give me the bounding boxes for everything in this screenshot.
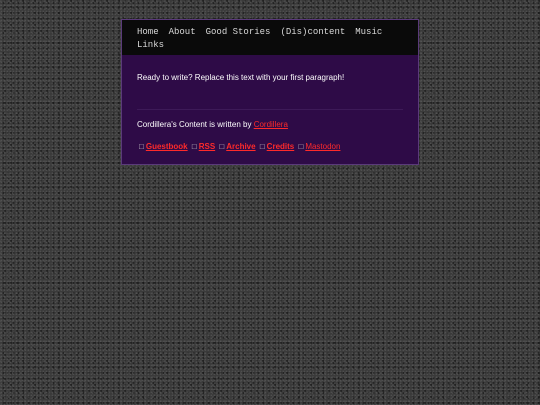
separator-icon: □ (191, 142, 197, 151)
content-area: Ready to write? Replace this text with y… (122, 72, 418, 153)
written-by-line: Cordillera's Content is written by Cordi… (137, 119, 403, 131)
credits-link[interactable]: Credits (267, 142, 295, 151)
separator-icon: □ (219, 142, 225, 151)
nav-discontent-link[interactable]: (Dis)content (280, 27, 345, 37)
nav-good-stories-link[interactable]: Good Stories (206, 27, 271, 37)
nav-links-link[interactable]: Links (137, 40, 164, 50)
divider (137, 109, 403, 110)
guestbook-link[interactable]: Guestbook (146, 142, 188, 151)
first-paragraph: Ready to write? Replace this text with y… (137, 73, 345, 82)
archive-link[interactable]: Archive (226, 142, 255, 151)
separator-icon: □ (259, 142, 265, 151)
author-link[interactable]: Cordillera (254, 120, 288, 129)
separator-icon: □ (298, 142, 304, 151)
nav-home-link[interactable]: Home (137, 27, 159, 37)
mastodon-link[interactable]: Mastodon (305, 142, 340, 151)
main-panel: Home About Good Stories (Dis)content Music Li… (121, 19, 419, 165)
written-by-text: Cordillera's Content is written by (137, 120, 254, 129)
nav-about-link[interactable]: About (169, 27, 196, 37)
nav-music-link[interactable]: Music (355, 27, 382, 37)
footer-links: □ Guestbook □ RSS □ Archive □ Credits □ Masto… (137, 141, 403, 153)
rss-link[interactable]: RSS (199, 142, 215, 151)
top-nav: Home About Good Stories (Dis)content Music Li… (122, 20, 418, 55)
separator-icon: □ (139, 142, 144, 151)
